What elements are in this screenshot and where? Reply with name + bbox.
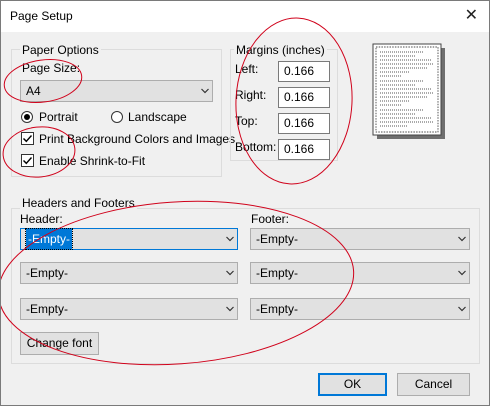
page-preview-image	[372, 43, 445, 139]
ok-button[interactable]: OK	[318, 373, 387, 396]
footer-label: Footer:	[251, 212, 290, 226]
footer-center-value: -Empty-	[256, 266, 298, 280]
page-setup-dialog: Page Setup ✕ Paper Options Page Size: A4…	[0, 0, 490, 406]
chevron-down-icon	[226, 306, 234, 313]
header-left-value: -Empty-	[25, 228, 73, 250]
footer-right-value: -Empty-	[256, 302, 298, 316]
shrink-to-fit-checkbox[interactable]	[21, 154, 34, 167]
header-left-select[interactable]: -Empty-	[20, 228, 238, 250]
page-size-select[interactable]: A4	[20, 80, 213, 102]
chevron-down-icon	[458, 236, 466, 243]
margin-right-label: Right:	[235, 88, 267, 102]
paper-options-legend: Paper Options	[20, 43, 101, 57]
print-background-checkbox[interactable]	[21, 132, 34, 145]
chevron-down-icon	[458, 306, 466, 313]
margins-legend: Margins (inches)	[234, 43, 327, 57]
landscape-radio[interactable]	[111, 111, 123, 123]
margin-bottom-input[interactable]: 0.166	[278, 139, 330, 160]
header-right-value: -Empty-	[26, 302, 68, 316]
portrait-radio[interactable]	[21, 111, 33, 123]
margin-bottom-label: Bottom:	[235, 140, 277, 154]
title-bar: Page Setup ✕	[1, 1, 489, 32]
page-size-value: A4	[26, 84, 41, 98]
close-icon[interactable]: ✕	[465, 6, 478, 26]
chevron-down-icon	[201, 88, 209, 95]
header-center-value: -Empty-	[26, 266, 68, 280]
footer-right-select[interactable]: -Empty-	[250, 298, 470, 320]
chevron-down-icon	[226, 270, 234, 277]
print-background-label: Print Background Colors and Images	[39, 132, 236, 146]
margin-top-input[interactable]: 0.166	[278, 113, 330, 134]
cancel-button[interactable]: Cancel	[397, 373, 470, 396]
header-center-select[interactable]: -Empty-	[20, 262, 238, 284]
radio-dot	[24, 114, 30, 120]
margin-left-input[interactable]: 0.166	[278, 61, 330, 82]
margin-left-label: Left:	[235, 62, 259, 76]
margin-right-input[interactable]: 0.166	[278, 87, 330, 108]
check-icon	[23, 135, 33, 143]
header-right-select[interactable]: -Empty-	[20, 298, 238, 320]
headers-footers-legend: Headers and Footers	[20, 196, 137, 210]
change-font-button[interactable]: Change font	[20, 332, 99, 355]
footer-center-select[interactable]: -Empty-	[250, 262, 470, 284]
shrink-to-fit-label: Enable Shrink-to-Fit	[39, 154, 146, 168]
header-label: Header:	[20, 212, 63, 226]
dialog-title: Page Setup	[10, 9, 73, 23]
check-icon	[23, 157, 33, 165]
margin-top-label: Top:	[235, 114, 258, 128]
portrait-label: Portrait	[39, 110, 78, 124]
chevron-down-icon	[226, 236, 234, 243]
landscape-label: Landscape	[128, 110, 187, 124]
chevron-down-icon	[458, 270, 466, 277]
footer-left-select[interactable]: -Empty-	[250, 228, 470, 250]
page-size-label: Page Size:	[22, 61, 81, 75]
footer-left-value: -Empty-	[256, 232, 298, 246]
